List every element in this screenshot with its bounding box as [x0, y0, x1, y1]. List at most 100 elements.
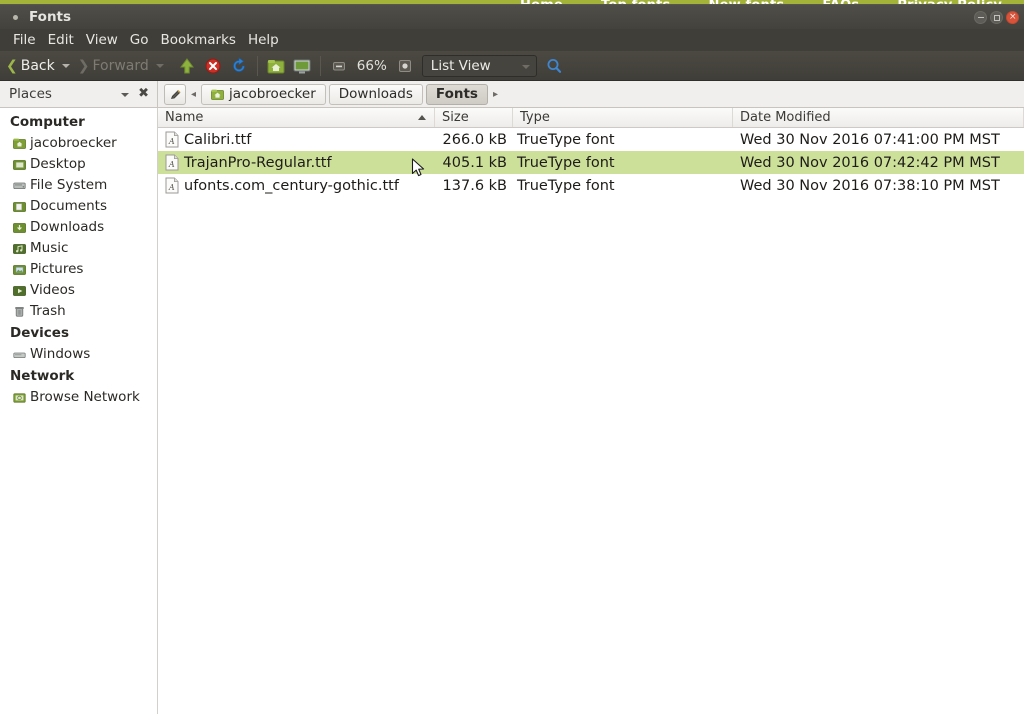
file-type-cell: TrueType font: [517, 154, 615, 171]
network-icon: [13, 393, 26, 403]
column-header-label: Date Modified: [740, 110, 831, 125]
breadcrumb-item-jacobroecker[interactable]: jacobroecker: [201, 83, 326, 105]
view-mode-label: List View: [430, 57, 491, 74]
pathbar: Places ✖ ◂ jacobroecker Downloads Fonts …: [0, 81, 1024, 108]
column-header-label: Size: [442, 110, 469, 125]
chevron-down-icon[interactable]: [155, 63, 164, 68]
sidebar-item-label: Pictures: [30, 261, 84, 277]
sidebar-item-label: Videos: [30, 282, 75, 298]
font-file-icon: A: [165, 177, 179, 194]
music-folder-icon: [13, 244, 26, 254]
window-titlebar[interactable]: Fonts ×: [0, 5, 1024, 29]
sidebar-group-devices: Devices: [10, 325, 69, 341]
breadcrumb-item-fonts[interactable]: Fonts: [425, 83, 488, 105]
chevron-down-icon[interactable]: [121, 93, 129, 97]
arrow-up-icon[interactable]: [176, 55, 198, 77]
sidebar-item-label: Music: [30, 240, 69, 256]
drive-icon: [13, 182, 26, 189]
sidebar-item-music[interactable]: Music: [0, 238, 157, 259]
menu-view[interactable]: View: [80, 31, 124, 49]
table-row[interactable]: A Calibri.ttf 266.0 kB TrueType font Wed…: [158, 128, 1024, 151]
edit-location-button[interactable]: [164, 83, 186, 105]
toolbar-separator: [319, 55, 321, 76]
sidebar-item-downloads[interactable]: Downloads: [0, 217, 157, 238]
forward-label: Forward: [92, 57, 149, 74]
places-header: Places ✖: [0, 81, 158, 107]
pictures-folder-icon: [13, 265, 26, 275]
menu-file[interactable]: File: [7, 31, 42, 49]
videos-folder-icon: [13, 286, 26, 296]
sidebar-item-desktop[interactable]: Desktop: [0, 154, 157, 175]
menu-bookmarks[interactable]: Bookmarks: [155, 31, 242, 49]
back-button[interactable]: ❮ Back: [6, 58, 78, 74]
back-label: Back: [20, 57, 55, 74]
font-file-icon: A: [165, 154, 179, 171]
desktop-folder-icon: [13, 160, 26, 170]
forward-button[interactable]: ❯ Forward: [78, 58, 172, 74]
window-controls: ×: [974, 11, 1019, 24]
computer-icon[interactable]: [291, 55, 313, 77]
sidebar-item-label: Trash: [30, 303, 66, 319]
column-header-date-modified[interactable]: Date Modified: [733, 108, 1024, 127]
breadcrumb-label: Fonts: [435, 86, 478, 102]
sidebar-item-label: File System: [30, 177, 108, 193]
toolbar: ❮ Back ❯ Forward 66% List View: [0, 51, 1024, 81]
sidebar-item-pictures[interactable]: Pictures: [0, 259, 157, 280]
table-row[interactable]: A TrajanPro-Regular.ttf 405.1 kB TrueTyp…: [158, 151, 1024, 174]
column-header-type[interactable]: Type: [513, 108, 733, 127]
sidebar-item-label: jacobroecker: [30, 135, 117, 151]
maximize-button[interactable]: [990, 11, 1003, 24]
file-name-label: ufonts.com_century-gothic.ttf: [184, 177, 399, 194]
sidebar-item-videos[interactable]: Videos: [0, 280, 157, 301]
pencil-icon: [170, 89, 180, 99]
file-size-cell: 266.0 kB: [442, 131, 507, 148]
chevron-right-icon: ❯: [77, 57, 90, 74]
file-date-cell: Wed 30 Nov 2016 07:41:00 PM MST: [740, 131, 1000, 148]
window-body: Computer jacobroecker Desktop File Syste…: [0, 108, 1024, 714]
window-title: Fonts: [29, 9, 72, 25]
search-icon[interactable]: [543, 55, 565, 77]
file-name-label: Calibri.ttf: [184, 131, 252, 148]
close-sidebar-icon[interactable]: ✖: [138, 86, 149, 101]
zoom-out-icon[interactable]: [328, 55, 350, 77]
file-name-cell: A TrajanPro-Regular.ttf: [158, 154, 435, 171]
sidebar-item-browse-network[interactable]: Browse Network: [0, 387, 157, 408]
sidebar-item-jacobroecker[interactable]: jacobroecker: [0, 133, 157, 154]
column-header-name[interactable]: Name: [158, 108, 435, 127]
breadcrumb-label: Downloads: [338, 86, 413, 102]
menu-help[interactable]: Help: [242, 31, 285, 49]
close-button[interactable]: ×: [1006, 11, 1019, 24]
file-name-cell: A ufonts.com_century-gothic.ttf: [158, 177, 435, 194]
svg-text:A: A: [168, 137, 175, 146]
sidebar-item-windows[interactable]: Windows: [0, 344, 157, 365]
trash-icon: [15, 307, 24, 317]
breadcrumb-prev-arrow[interactable]: ◂: [189, 89, 198, 100]
column-header-label: Type: [520, 110, 550, 125]
menu-edit[interactable]: Edit: [42, 31, 80, 49]
places-sidebar: Computer jacobroecker Desktop File Syste…: [0, 108, 158, 714]
sidebar-item-trash[interactable]: Trash: [0, 301, 157, 322]
sidebar-item-file-system[interactable]: File System: [0, 175, 157, 196]
menubar: File Edit View Go Bookmarks Help: [0, 29, 1024, 51]
file-name-cell: A Calibri.ttf: [158, 131, 435, 148]
table-row[interactable]: A ufonts.com_century-gothic.ttf 137.6 kB…: [158, 174, 1024, 197]
sidebar-item-label: Documents: [30, 198, 107, 214]
column-header-size[interactable]: Size: [435, 108, 513, 127]
toolbar-separator: [256, 55, 258, 76]
font-file-icon: A: [165, 131, 179, 148]
breadcrumb-next-arrow[interactable]: ▸: [491, 89, 500, 100]
view-mode-select[interactable]: List View: [421, 54, 537, 77]
file-date-cell: Wed 30 Nov 2016 07:42:42 PM MST: [740, 154, 1000, 171]
folder-dot-icon: [8, 10, 22, 24]
sidebar-item-documents[interactable]: Documents: [0, 196, 157, 217]
menu-go[interactable]: Go: [124, 31, 155, 49]
file-type-cell: TrueType font: [517, 131, 615, 148]
column-headers: Name Size Type Date Modified: [158, 108, 1024, 128]
minimize-button[interactable]: [974, 11, 987, 24]
zoom-in-icon[interactable]: [394, 55, 416, 77]
reload-icon[interactable]: [228, 55, 250, 77]
home-icon[interactable]: [265, 55, 287, 77]
chevron-down-icon[interactable]: [61, 63, 70, 68]
stop-icon[interactable]: [202, 55, 224, 77]
breadcrumb-item-downloads[interactable]: Downloads: [328, 83, 423, 105]
